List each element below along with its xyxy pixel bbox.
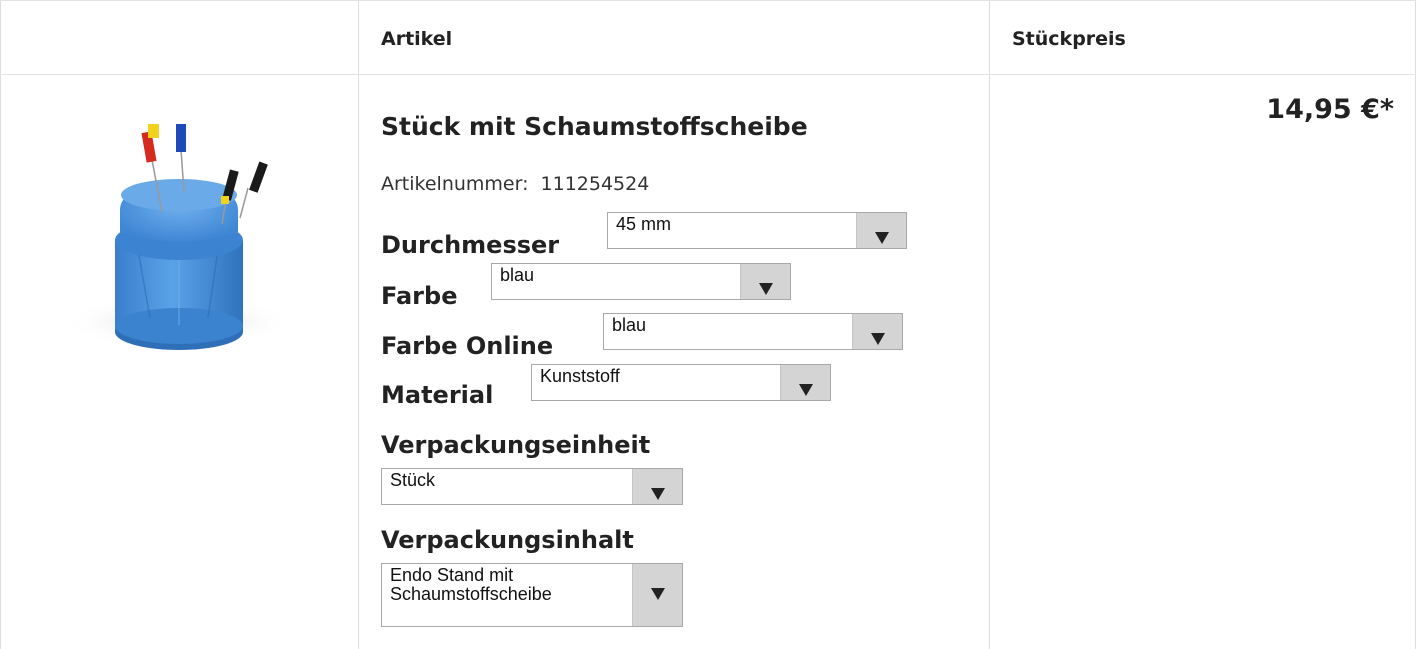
table-border-top	[0, 0, 1416, 1]
article-number-row: Artikelnummer: 111254524	[381, 173, 649, 195]
select-farbe-button[interactable]	[740, 264, 790, 299]
chevron-down-icon	[799, 384, 813, 396]
option-label-verpackungseinheit: Verpackungseinheit	[381, 431, 651, 459]
column-divider	[358, 0, 359, 649]
column-header-article: Artikel	[381, 28, 453, 50]
product-table: Artikel Stückpreis Stück mit Schaumstoff…	[0, 0, 1416, 649]
select-durchmesser-value: 45 mm	[616, 214, 672, 234]
option-label-durchmesser: Durchmesser	[381, 231, 560, 259]
chevron-down-icon	[651, 488, 665, 500]
select-farbe[interactable]: blau	[491, 263, 791, 300]
select-durchmesser[interactable]: 45 mm	[607, 212, 907, 249]
product-image[interactable]	[58, 100, 308, 380]
chevron-down-icon	[871, 333, 885, 345]
select-farbe-online[interactable]: blau	[603, 313, 903, 350]
select-farbe-value: blau	[500, 265, 535, 285]
product-title[interactable]: Stück mit Schaumstoffscheibe	[381, 112, 808, 141]
column-divider	[989, 0, 990, 649]
select-verpackungseinheit[interactable]: Stück	[381, 468, 683, 505]
select-material-button[interactable]	[780, 365, 830, 400]
select-verpackungsinhalt-value: Endo Stand mit Schaumstoffscheibe	[390, 565, 552, 604]
option-label-material: Material	[381, 381, 494, 409]
chevron-down-icon	[759, 283, 773, 295]
header-divider	[0, 74, 1416, 75]
unit-price: 14,95 €*	[1266, 94, 1394, 125]
select-verpackungseinheit-value: Stück	[390, 470, 436, 490]
article-number-value: 111254524	[540, 173, 650, 195]
select-verpackungseinheit-button[interactable]	[632, 469, 682, 504]
option-label-farbe-online: Farbe Online	[381, 332, 554, 360]
article-number-label: Artikelnummer:	[381, 173, 529, 195]
chevron-down-icon	[651, 588, 665, 600]
select-material[interactable]: Kunststoff	[531, 364, 831, 401]
select-material-value: Kunststoff	[540, 366, 620, 386]
select-verpackungsinhalt-button[interactable]	[632, 564, 682, 626]
column-header-price: Stückpreis	[1012, 28, 1126, 50]
option-label-verpackungsinhalt: Verpackungsinhalt	[381, 526, 634, 554]
option-label-farbe: Farbe	[381, 282, 458, 310]
table-border-left	[0, 0, 1, 649]
chevron-down-icon	[875, 232, 889, 244]
select-farbe-online-value: blau	[612, 315, 647, 335]
select-durchmesser-button[interactable]	[856, 213, 906, 248]
select-verpackungsinhalt[interactable]: Endo Stand mit Schaumstoffscheibe	[381, 563, 683, 627]
select-farbe-online-button[interactable]	[852, 314, 902, 349]
